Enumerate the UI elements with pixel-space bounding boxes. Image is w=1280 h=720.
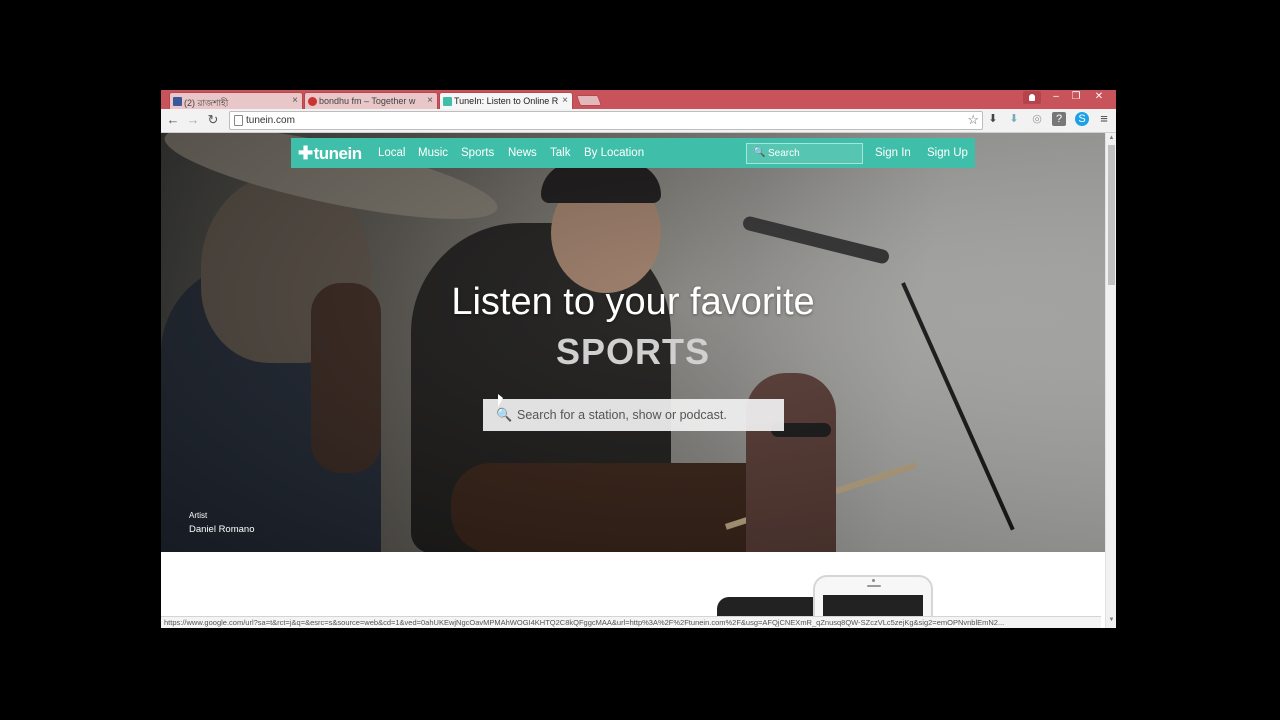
mouse-cursor xyxy=(498,394,503,407)
download-icon[interactable]: ⬇ xyxy=(986,112,1000,126)
hero-search-placeholder: Search for a station, show or podcast. xyxy=(517,408,727,422)
nav-local[interactable]: Local xyxy=(378,147,406,159)
browser-toolbar: ← → ↻ tunein.com ☆ ⬇ ⬇ ◎ ? S ≡ xyxy=(161,109,1116,133)
artist-credit-label: Artist xyxy=(189,511,208,520)
nav-by-location[interactable]: By Location xyxy=(584,147,644,159)
url-text: tunein.com xyxy=(246,115,295,126)
hero-headline: Listen to your favorite xyxy=(451,281,815,323)
help-icon[interactable]: ? xyxy=(1052,112,1066,126)
page-scrollbar[interactable]: ▲ ▼ xyxy=(1105,133,1116,628)
site-navbar: ✚tunein Local Music Sports News Talk By … xyxy=(291,138,975,168)
tab-label: bondhu fm – Together w xyxy=(319,96,416,106)
scrollbar-thumb[interactable] xyxy=(1108,145,1115,285)
minimize-button[interactable]: – xyxy=(1046,90,1066,105)
extension-icon[interactable]: ◎ xyxy=(1030,112,1044,126)
close-icon[interactable]: × xyxy=(292,95,298,106)
back-icon[interactable]: ← xyxy=(165,112,181,128)
tab-facebook[interactable]: (2) রাজশাহী × xyxy=(169,92,303,109)
nav-news[interactable]: News xyxy=(508,147,537,159)
artist-credit-name: Daniel Romano xyxy=(189,524,255,535)
close-icon[interactable]: × xyxy=(427,95,433,106)
skype-icon[interactable]: S xyxy=(1075,112,1089,126)
close-window-button[interactable]: ✕ xyxy=(1088,90,1110,105)
tab-label: (2) রাজশাহী xyxy=(184,98,229,108)
forward-icon[interactable]: → xyxy=(185,112,201,128)
bookmark-star-icon[interactable]: ☆ xyxy=(967,112,979,128)
close-icon[interactable]: × xyxy=(562,95,568,106)
phone-speaker xyxy=(867,585,881,587)
status-bar-url: https://www.google.com/url?sa=t&rct=j&q=… xyxy=(161,616,1101,628)
scroll-down-icon[interactable]: ▼ xyxy=(1108,617,1115,624)
facebook-icon xyxy=(173,97,182,106)
tab-strip: (2) রাজশাহী × bondhu fm – Together w × T… xyxy=(161,90,1116,109)
page-icon xyxy=(234,115,243,126)
scroll-up-icon[interactable]: ▲ xyxy=(1108,135,1115,142)
tunein-logo[interactable]: ✚tunein xyxy=(298,143,362,164)
headphones-icon xyxy=(308,97,317,106)
address-bar[interactable]: tunein.com ☆ xyxy=(229,111,983,130)
nav-music[interactable]: Music xyxy=(418,147,448,159)
user-profile-icon[interactable] xyxy=(1023,91,1041,104)
new-tab-button[interactable] xyxy=(575,95,603,106)
hero-search-input[interactable]: 🔍 Search for a station, show or podcast. xyxy=(483,399,784,431)
menu-icon[interactable]: ≡ xyxy=(1097,112,1111,126)
browser-window: (2) রাজশাহী × bondhu fm – Together w × T… xyxy=(161,90,1116,628)
search-icon: 🔍 xyxy=(753,147,766,158)
download-manager-icon[interactable]: ⬇ xyxy=(1007,112,1021,126)
sign-up-link[interactable]: Sign Up xyxy=(927,147,968,159)
sign-in-link[interactable]: Sign In xyxy=(875,147,911,159)
hero-category: SPORTS xyxy=(555,331,711,372)
nav-search-placeholder: Search xyxy=(768,148,800,159)
tunein-icon xyxy=(443,97,452,106)
hero-section: ✚tunein Local Music Sports News Talk By … xyxy=(161,133,1105,552)
tab-label: TuneIn: Listen to Online R xyxy=(454,96,559,106)
tab-tunein[interactable]: TuneIn: Listen to Online R × xyxy=(439,92,573,109)
reload-icon[interactable]: ↻ xyxy=(205,112,221,128)
tunein-plus-icon: ✚ xyxy=(298,143,313,163)
nav-sports[interactable]: Sports xyxy=(461,147,494,159)
restore-button[interactable]: ❐ xyxy=(1066,90,1086,105)
web-page: ✚tunein Local Music Sports News Talk By … xyxy=(161,133,1105,628)
phone-camera xyxy=(872,579,875,582)
search-icon: 🔍 xyxy=(496,407,513,422)
nav-talk[interactable]: Talk xyxy=(550,147,570,159)
logo-text: tunein xyxy=(313,144,363,163)
tab-bondhu-fm[interactable]: bondhu fm – Together w × xyxy=(304,92,438,109)
nav-search-input[interactable]: 🔍 Search xyxy=(746,143,863,164)
